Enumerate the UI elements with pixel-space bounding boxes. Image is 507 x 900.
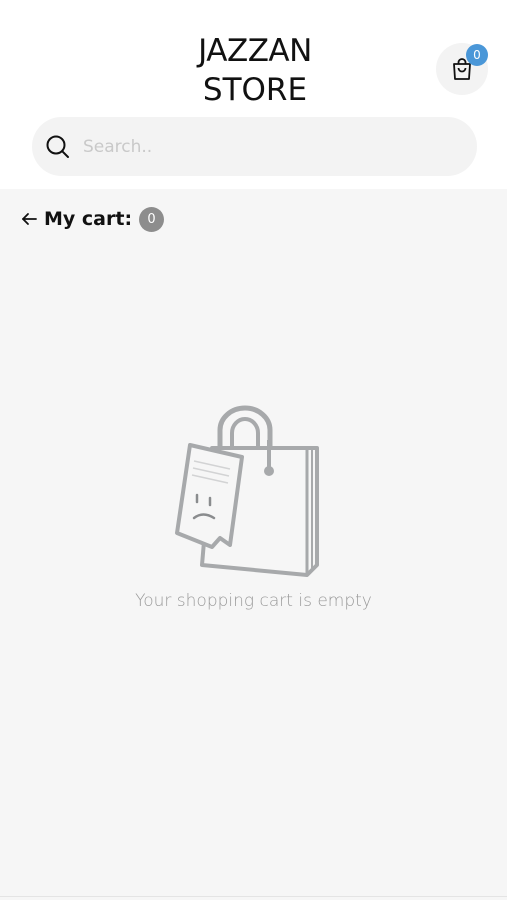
logo-line-2: STORE: [202, 72, 308, 108]
bottom-divider: [0, 896, 507, 897]
back-arrow-icon[interactable]: [18, 208, 40, 230]
cart-items-count-badge: 0: [139, 206, 165, 232]
search-icon[interactable]: [45, 134, 71, 160]
search-bar[interactable]: [32, 117, 477, 176]
page: JAZZAN STORE 0 Search.. My cart: 0 Your …: [0, 0, 507, 900]
status-bar-fragment: [62, 0, 102, 2]
logo-line-1: JAZZAN: [198, 33, 312, 69]
store-logo[interactable]: JAZZAN STORE: [170, 31, 340, 110]
empty-cart-illustration: [172, 405, 322, 580]
search-input[interactable]: [81, 130, 445, 163]
cart-count-badge: 0: [466, 44, 488, 66]
cart-title: My cart:: [44, 208, 133, 230]
cart-header: My cart: 0: [18, 204, 165, 234]
empty-cart-message: Your shopping cart is empty: [135, 591, 372, 611]
top-header: JAZZAN STORE 0: [0, 0, 507, 189]
